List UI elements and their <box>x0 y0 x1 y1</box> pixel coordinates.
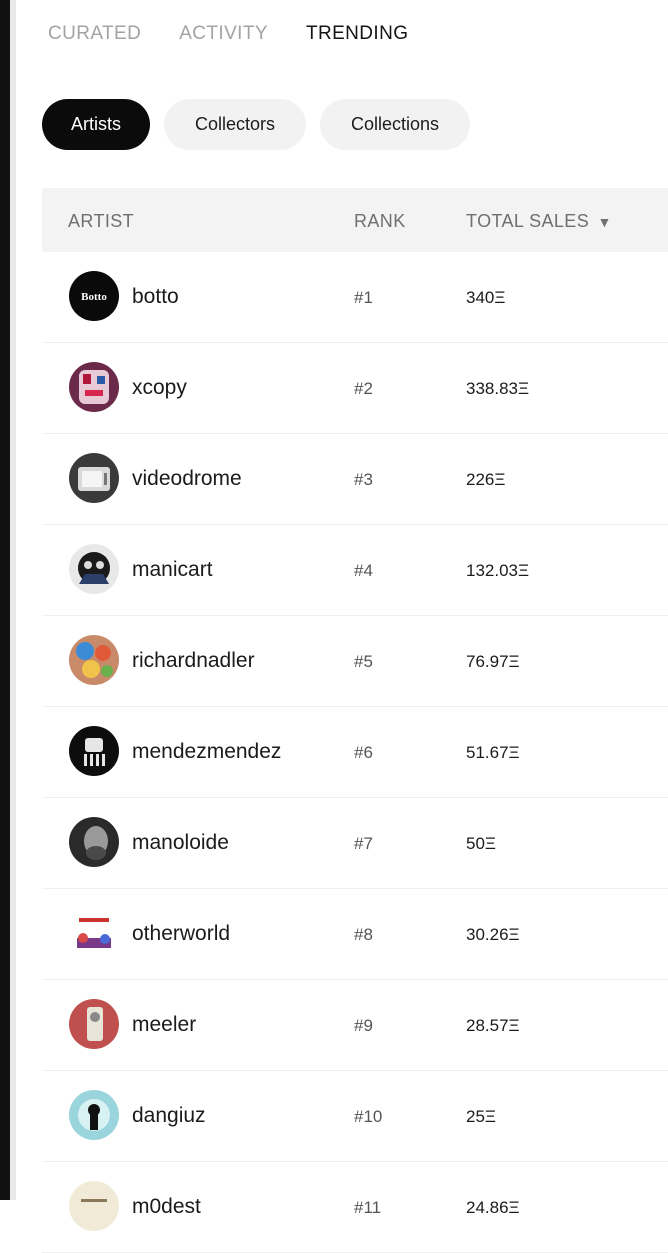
table-row[interactable]: videodrome #3 226Ξ <box>42 434 668 525</box>
table-row[interactable]: Botto botto #1 340Ξ <box>42 252 668 343</box>
column-header-rank: RANK <box>354 211 406 231</box>
artist-name[interactable]: botto <box>132 252 179 341</box>
artist-total-sales: 25Ξ <box>466 1107 496 1126</box>
artist-total-sales: 132.03Ξ <box>466 561 530 580</box>
table-row[interactable]: dangiuz #10 25Ξ <box>42 1071 668 1162</box>
artist-rank: #6 <box>354 743 373 762</box>
artist-total-sales: 76.97Ξ <box>466 652 520 671</box>
artist-name[interactable]: dangiuz <box>132 1071 206 1160</box>
artist-total-sales: 24.86Ξ <box>466 1198 520 1217</box>
artist-name[interactable]: meeler <box>132 980 196 1069</box>
artist-total-sales: 51.67Ξ <box>466 743 520 762</box>
artist-total-sales: 226Ξ <box>466 470 506 489</box>
table-row[interactable]: richardnadler #5 76.97Ξ <box>42 616 668 707</box>
filter-collectors-button[interactable]: Collectors <box>164 99 306 150</box>
artist-total-sales: 340Ξ <box>466 288 506 307</box>
top-tab-bar: CURATED ACTIVITY TRENDING <box>48 20 408 50</box>
table-row[interactable]: otherworld #8 30.26Ξ <box>42 889 668 980</box>
table-row[interactable]: mendezmendez #6 51.67Ξ <box>42 707 668 798</box>
artist-rank: #8 <box>354 925 373 944</box>
tab-curated[interactable]: CURATED <box>48 20 141 50</box>
artist-total-sales: 338.83Ξ <box>466 379 530 398</box>
avatar-logo-text: Botto <box>81 291 107 303</box>
avatar <box>69 635 119 685</box>
table-row[interactable]: xcopy #2 338.83Ξ <box>42 343 668 434</box>
artist-rank: #7 <box>354 834 373 853</box>
avatar <box>69 817 119 867</box>
tab-trending[interactable]: TRENDING <box>306 20 408 50</box>
avatar <box>69 453 119 503</box>
artist-name[interactable]: otherworld <box>132 889 230 978</box>
table-row[interactable]: manoloide #7 50Ξ <box>42 798 668 889</box>
trending-artists-table: ARTIST RANK TOTAL SALES ▼ Botto botto #1… <box>42 188 668 1253</box>
avatar <box>69 908 119 958</box>
column-header-total-sales[interactable]: TOTAL SALES ▼ <box>466 188 612 255</box>
artist-total-sales: 28.57Ξ <box>466 1016 520 1035</box>
table-row[interactable]: manicart #4 132.03Ξ <box>42 525 668 616</box>
column-header-artist: ARTIST <box>68 211 135 231</box>
artist-rank: #11 <box>354 1198 382 1217</box>
table-row[interactable]: meeler #9 28.57Ξ <box>42 980 668 1071</box>
artist-total-sales: 50Ξ <box>466 834 496 853</box>
artist-rank: #2 <box>354 379 373 398</box>
artist-rank: #1 <box>354 288 373 307</box>
table-row[interactable]: m0dest #11 24.86Ξ <box>42 1162 668 1253</box>
filter-collections-button[interactable]: Collections <box>320 99 470 150</box>
artist-rank: #9 <box>354 1016 373 1035</box>
artist-name[interactable]: xcopy <box>132 343 187 432</box>
avatar <box>69 544 119 594</box>
artist-total-sales: 30.26Ξ <box>466 925 520 944</box>
avatar <box>69 1181 119 1231</box>
artist-name[interactable]: videodrome <box>132 434 242 523</box>
window-edge <box>0 0 10 1200</box>
artist-name[interactable]: richardnadler <box>132 616 255 705</box>
filter-artists-button[interactable]: Artists <box>42 99 150 150</box>
artist-rank: #5 <box>354 652 373 671</box>
avatar <box>69 1090 119 1140</box>
artist-name[interactable]: mendezmendez <box>132 707 281 796</box>
sort-descending-icon: ▼ <box>597 214 612 230</box>
artist-rank: #10 <box>354 1107 383 1126</box>
artist-name[interactable]: m0dest <box>132 1162 201 1251</box>
column-header-total-sales-label: TOTAL SALES <box>466 211 590 231</box>
avatar: Botto <box>69 271 119 321</box>
tab-activity[interactable]: ACTIVITY <box>179 20 268 50</box>
artist-rank: #4 <box>354 561 373 580</box>
artist-rank: #3 <box>354 470 373 489</box>
filter-pills: Artists Collectors Collections <box>42 99 470 150</box>
avatar <box>69 726 119 776</box>
artist-name[interactable]: manoloide <box>132 798 229 887</box>
table-header: ARTIST RANK TOTAL SALES ▼ <box>42 188 668 252</box>
window-edge-inner <box>10 0 16 1200</box>
avatar <box>69 362 119 412</box>
avatar <box>69 999 119 1049</box>
artist-name[interactable]: manicart <box>132 525 213 614</box>
